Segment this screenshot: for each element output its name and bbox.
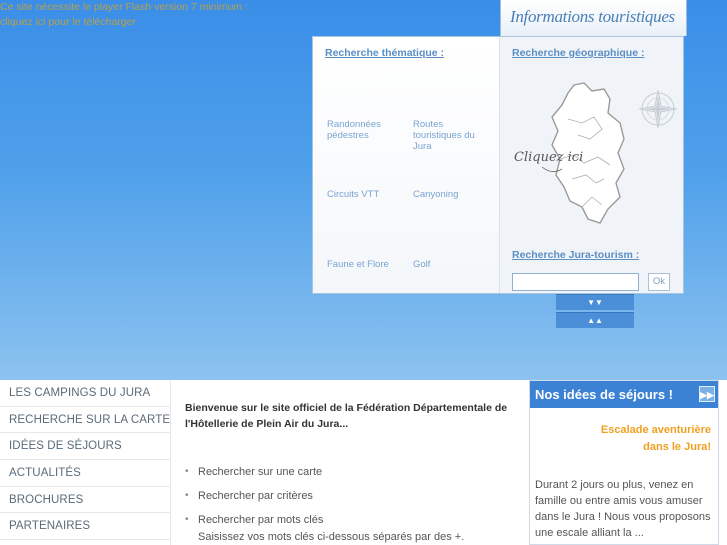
- theme-fauna-flora[interactable]: Faune et Flore: [327, 259, 397, 270]
- stay-ideas-box: Nos idées de séjours ! ▶▶ Escalade avent…: [529, 380, 719, 545]
- main-content: Bienvenue sur le site officiel de la Féd…: [185, 400, 515, 543]
- theme-golf[interactable]: Golf: [413, 259, 483, 270]
- theme-mtb[interactable]: Circuits VTT: [327, 189, 397, 200]
- stay-idea-title-line2: dans le Jura!: [643, 441, 711, 453]
- hero-banner: Ce site nécessite le player Flash versio…: [0, 0, 727, 380]
- stay-idea-text-line: dans le Jura ! Nous vous proposons: [535, 511, 711, 523]
- click-here-label: Cliquez ici: [514, 150, 583, 165]
- stay-idea-title[interactable]: Escalade aventurière dans le Jura!: [601, 422, 711, 456]
- double-chevron-up-icon: ▲▲: [587, 316, 603, 325]
- stay-idea-description: Durant 2 jours ou plus, venez en famille…: [535, 477, 717, 541]
- jura-map[interactable]: Cliquez ici: [512, 79, 652, 229]
- jura-tourism-search-title: Recherche Jura-tourism :: [512, 249, 640, 261]
- info-tab: Informations touristiques: [500, 0, 687, 36]
- welcome-line2: l'Hôtellerie de Plein Air du Jura...: [185, 418, 349, 430]
- collapse-down-button[interactable]: ▼▼: [556, 294, 634, 310]
- double-chevron-down-icon: ▼▼: [587, 298, 603, 307]
- svg-text:Cliquez ici: Cliquez ici: [514, 150, 583, 165]
- flash-download-link[interactable]: cliquez ici pour le télécharger: [0, 15, 248, 30]
- sidebar-divider: [170, 380, 171, 545]
- stay-idea-title-line1: Escalade aventurière: [600, 424, 711, 436]
- link-search-map[interactable]: Rechercher sur une carte: [185, 466, 323, 490]
- sidebar-item-partners[interactable]: PARTENAIRES: [0, 513, 170, 541]
- welcome-text: Bienvenue sur le site officiel de la Féd…: [185, 400, 515, 432]
- welcome-line1: Bienvenue sur le site officiel de la Féd…: [185, 402, 508, 414]
- theme-canyoning[interactable]: Canyoning: [413, 189, 483, 200]
- thematic-search: Recherche thématique : Randonnées pédest…: [313, 37, 499, 293]
- link-search-criteria[interactable]: Rechercher par critères: [185, 490, 323, 514]
- stay-idea-text-line: une escale alliant la ...: [535, 527, 644, 539]
- flash-notice[interactable]: Ce site nécessite le player Flash versio…: [0, 0, 248, 30]
- jura-tourism-search-input[interactable]: [512, 273, 639, 291]
- theme-tourist-routes[interactable]: Routes touristiques du Jura: [413, 119, 483, 152]
- search-ok-button[interactable]: Ok: [648, 273, 670, 291]
- sidebar-item-campings[interactable]: LES CAMPINGS DU JURA: [0, 380, 170, 407]
- info-panel: Recherche thématique : Randonnées pédest…: [312, 36, 684, 294]
- info-tab-title: Informations touristiques: [510, 7, 675, 26]
- sidebar-nav: LES CAMPINGS DU JURA RECHERCHE SUR LA CA…: [0, 380, 170, 545]
- thematic-search-title[interactable]: Recherche thématique :: [325, 47, 444, 59]
- stay-idea-text-line: famille ou entre amis vous amuser: [535, 495, 703, 507]
- keywords-hint: Saisissez vos mots clés ci-dessous sépar…: [198, 531, 465, 543]
- compass-rose-icon: [638, 89, 678, 129]
- search-links: Rechercher sur une carte Rechercher par …: [185, 466, 323, 538]
- expand-up-button[interactable]: ▲▲: [556, 312, 634, 328]
- stay-ideas-title: Nos idées de séjours !: [535, 387, 673, 402]
- sidebar-item-news[interactable]: ACTUALITÉS: [0, 460, 170, 487]
- geographic-search-title[interactable]: Recherche géographique :: [512, 47, 644, 59]
- stay-idea-text-line: Durant 2 jours ou plus, venez en: [535, 479, 694, 491]
- sidebar-item-stay-ideas[interactable]: IDÉES DE SÉJOURS: [0, 433, 170, 461]
- sidebar-item-brochures[interactable]: BROCHURES: [0, 487, 170, 514]
- sidebar-item-map-search[interactable]: RECHERCHE SUR LA CARTE: [0, 407, 170, 434]
- geographic-search: Recherche géographique : Cliquez ici Rec…: [499, 37, 683, 293]
- flash-notice-line1: Ce site nécessite le player Flash versio…: [0, 1, 249, 13]
- double-chevron-right-icon[interactable]: ▶▶: [699, 386, 715, 402]
- theme-hiking[interactable]: Randonnées pédestres: [327, 119, 397, 141]
- stay-ideas-header: Nos idées de séjours ! ▶▶: [530, 381, 718, 408]
